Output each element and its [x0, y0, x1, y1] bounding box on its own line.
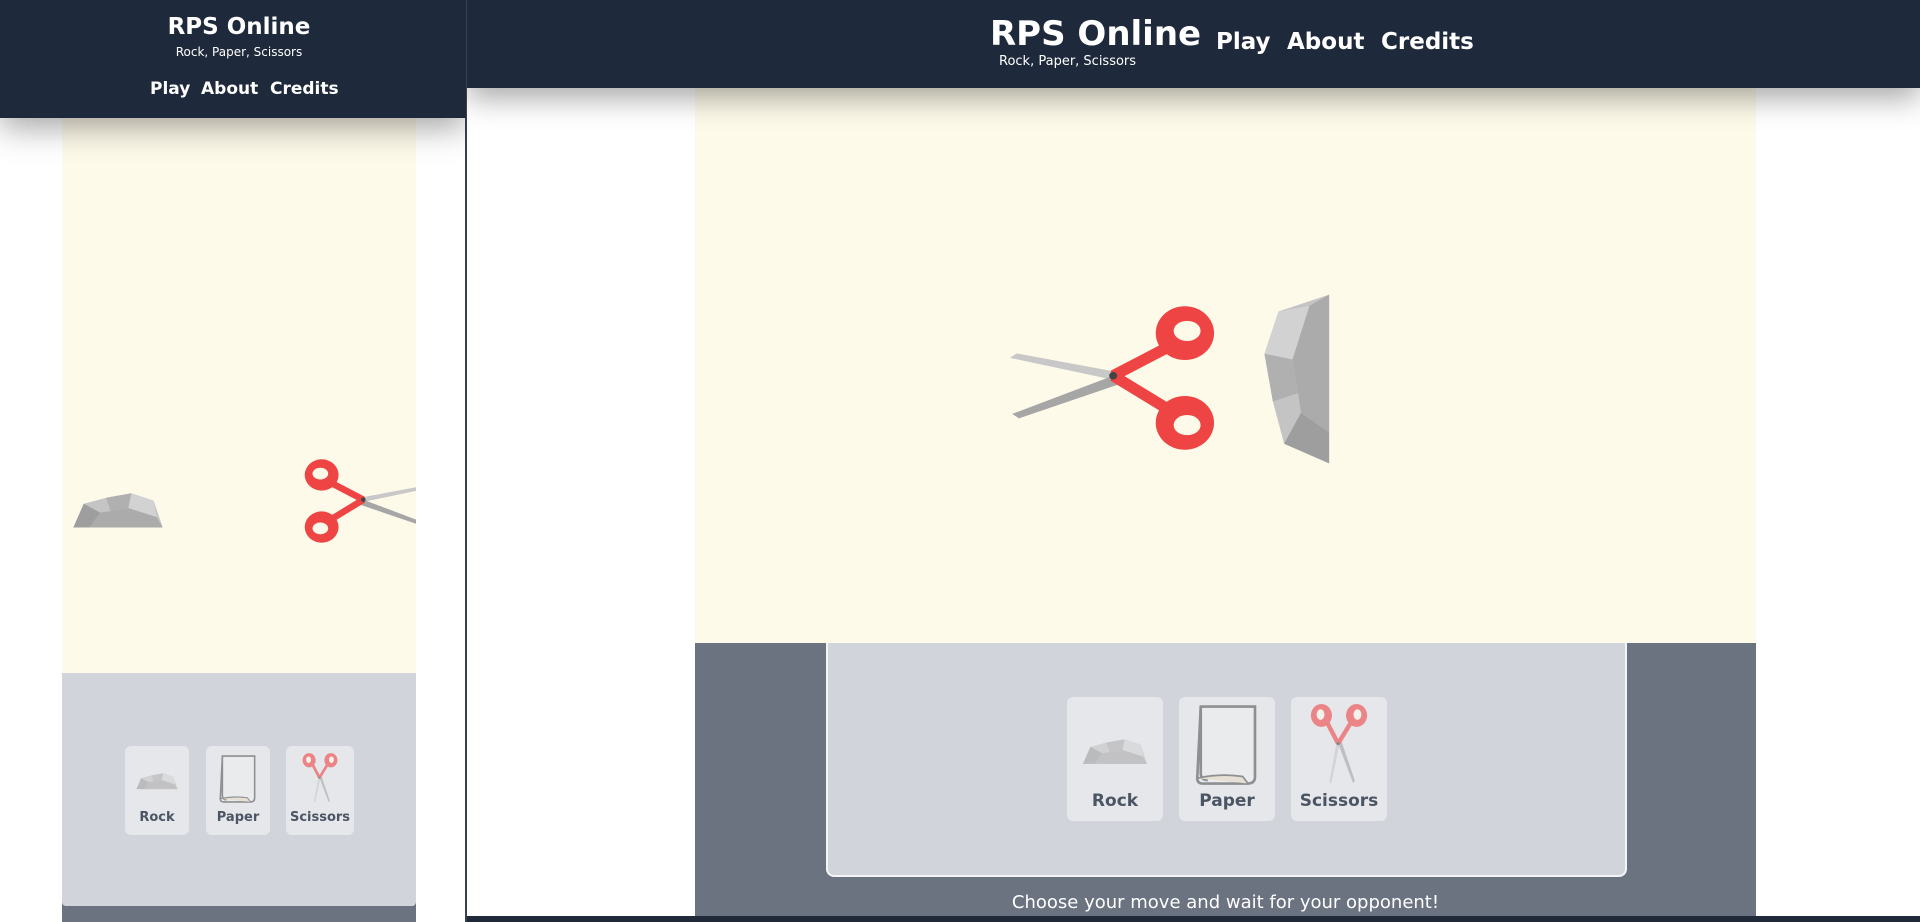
- site-subtitle: Rock, Paper, Scissors: [175, 45, 303, 59]
- move-selector: Rock Paper Scissors: [826, 643, 1627, 877]
- game-arena: [62, 118, 416, 673]
- scissors-icon: [1310, 701, 1368, 787]
- opponent-scissors-icon: [302, 458, 416, 544]
- controls-area: Rock Paper Scissors Choose your move and…: [695, 643, 1756, 916]
- opponent-rock-icon: [1264, 294, 1330, 464]
- nav-play-link[interactable]: Play: [150, 79, 190, 99]
- site-title[interactable]: RPS Online: [0, 14, 466, 40]
- paper-move-button[interactable]: Paper: [206, 746, 270, 835]
- rock-move-button[interactable]: Rock: [125, 746, 189, 835]
- paper-icon: [1195, 705, 1257, 785]
- rock-icon: [1082, 739, 1148, 764]
- scissors-label: Scissors: [289, 810, 351, 825]
- rock-icon: [136, 773, 178, 790]
- nav-play-link[interactable]: Play: [1216, 29, 1271, 55]
- scissors-label: Scissors: [1299, 791, 1379, 811]
- nav-about-link[interactable]: About: [1287, 29, 1364, 55]
- scissors-move-button[interactable]: Scissors: [1291, 697, 1387, 821]
- site-title[interactable]: RPS Online: [990, 14, 1201, 54]
- site-header: RPS Online Rock, Paper, Scissors Play Ab…: [467, 0, 1920, 88]
- controls-area: Rock Paper Scissors: [62, 673, 416, 906]
- player-scissors-icon: [1005, 304, 1219, 452]
- site-subtitle: Rock, Paper, Scissors: [999, 54, 1137, 69]
- paper-move-button[interactable]: Paper: [1179, 697, 1275, 821]
- rock-label: Rock: [1091, 791, 1139, 811]
- bottom-border: [467, 916, 1920, 922]
- nav-credits-link[interactable]: Credits: [1381, 29, 1474, 55]
- player-rock-icon: [73, 493, 163, 528]
- paper-label: Paper: [216, 810, 260, 825]
- narrow-view-panel: RPS Online Rock, Paper, Scissors Play Ab…: [0, 0, 466, 922]
- paper-label: Paper: [1199, 791, 1255, 811]
- rock-move-button[interactable]: Rock: [1067, 697, 1163, 821]
- nav-credits-link[interactable]: Credits: [270, 79, 339, 99]
- move-selector: Rock Paper Scissors: [62, 673, 416, 906]
- nav-about-link[interactable]: About: [201, 79, 258, 99]
- rock-label: Rock: [139, 810, 175, 825]
- paper-icon: [219, 755, 256, 803]
- controls-footer-strip: [62, 906, 416, 922]
- game-arena: [695, 88, 1756, 643]
- scissors-move-button[interactable]: Scissors: [286, 746, 354, 835]
- wide-view-panel: RPS Online Rock, Paper, Scissors Play Ab…: [467, 0, 1920, 922]
- scissors-icon: [302, 752, 338, 804]
- site-header: RPS Online Rock, Paper, Scissors Play Ab…: [0, 0, 466, 118]
- status-message: Choose your move and wait for your oppon…: [1011, 892, 1440, 913]
